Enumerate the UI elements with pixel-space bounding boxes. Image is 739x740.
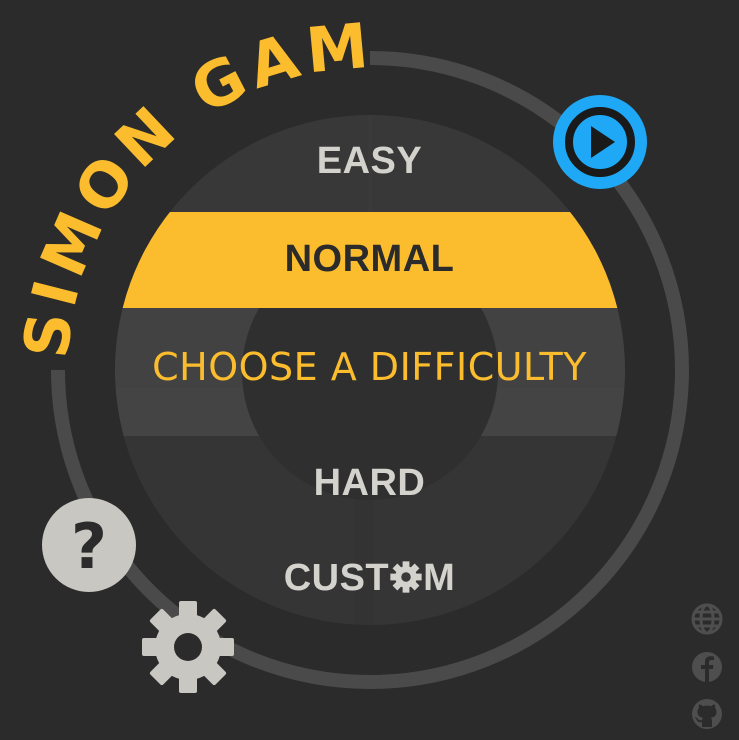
gear-icon bbox=[390, 561, 422, 593]
settings-button[interactable] bbox=[142, 601, 234, 693]
globe-icon[interactable] bbox=[690, 602, 724, 636]
difficulty-prompt: CHOOSE A DIFFICULTY bbox=[152, 345, 587, 389]
difficulty-hard[interactable]: HARD bbox=[0, 462, 739, 505]
facebook-icon[interactable] bbox=[690, 650, 724, 684]
custom-label-end: M bbox=[423, 557, 456, 599]
github-icon[interactable] bbox=[690, 697, 724, 731]
difficulty-custom[interactable]: CUST M bbox=[0, 557, 739, 600]
custom-label-start: CUST bbox=[283, 557, 390, 599]
difficulty-easy[interactable]: EASY bbox=[0, 140, 739, 183]
gear-icon bbox=[142, 601, 234, 693]
difficulty-normal[interactable]: NORMAL bbox=[0, 238, 739, 281]
